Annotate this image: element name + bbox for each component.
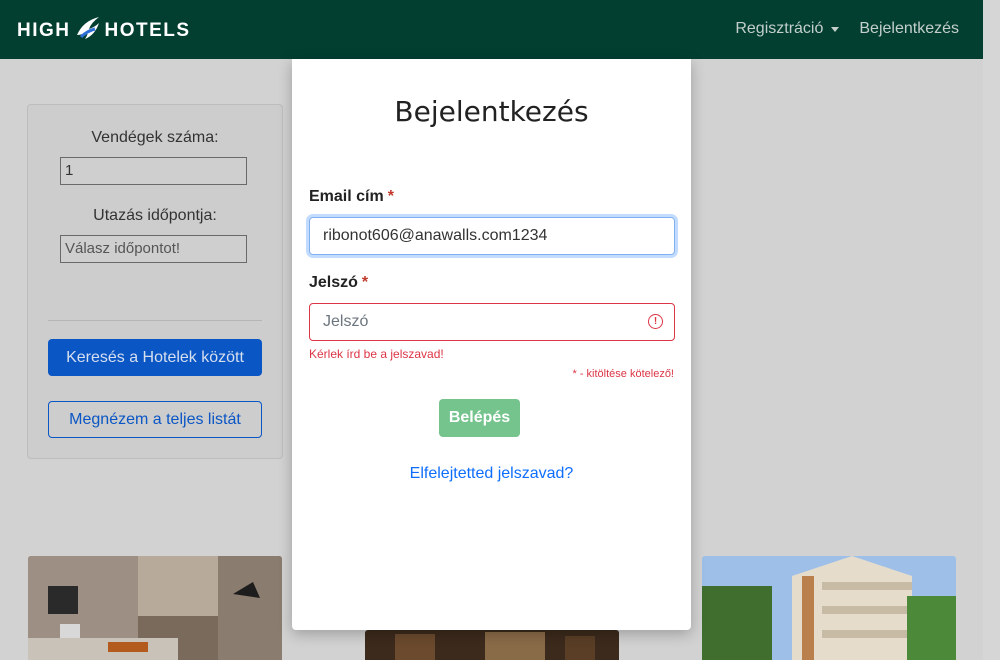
guests-input[interactable]: 1 (60, 157, 247, 185)
email-field[interactable]: ribonot606@anawalls.com1234 (309, 217, 675, 255)
chevron-down-icon (831, 26, 840, 32)
hotel-photo-building[interactable] (702, 556, 956, 660)
hotel-photo-interior[interactable] (365, 630, 619, 660)
navbar: HIGH HOTELS Regisztráció Bejelentkezés (0, 0, 983, 59)
date-input[interactable]: Válasz időpontot! (60, 235, 247, 263)
email-label-text: Email cím (309, 188, 384, 205)
date-label: Utazás időpontja: (93, 207, 217, 224)
panel-divider (48, 320, 262, 321)
modal-title: Bejelentkezés (394, 95, 589, 128)
brand-text-high: HIGH (17, 20, 71, 41)
full-list-button[interactable]: Megnézem a teljes listát (48, 401, 262, 438)
password-required-mark: * (361, 274, 369, 291)
forgot-password-link[interactable]: Elfelejtetted jelszavad? (292, 465, 691, 483)
error-icon: ! (648, 314, 663, 329)
password-error-message: Kérlek írd be a jelszavad! (309, 347, 444, 361)
brand-logo[interactable]: HIGH HOTELS (17, 16, 191, 46)
brand-wing-icon (73, 13, 103, 49)
required-note: * - kitöltése kötelező! (572, 368, 675, 380)
nav-register-label: Regisztráció (735, 20, 824, 37)
scrollbar-track[interactable] (983, 0, 1000, 660)
guests-label: Vendégek száma: (91, 129, 219, 146)
password-label-text: Jelszó (309, 274, 358, 291)
login-button[interactable]: Belépés (439, 399, 520, 437)
password-field[interactable]: Jelszó ! (309, 303, 675, 341)
login-modal: Bejelentkezés Email cím * ribonot606@anaw… (292, 59, 691, 630)
search-panel: Vendégek száma: 1 Utazás időpontja: Vála… (27, 104, 283, 459)
password-placeholder: Jelszó (323, 313, 369, 330)
hotel-photo-room[interactable] (28, 556, 282, 660)
brand-text-hotels: HOTELS (104, 20, 191, 41)
email-label: Email cím * (309, 188, 394, 206)
email-required-mark: * (387, 188, 394, 205)
search-hotels-button[interactable]: Keresés a Hotelek között (48, 339, 262, 376)
password-label: Jelszó * (309, 274, 368, 292)
nav-login-link[interactable]: Bejelentkezés (859, 20, 959, 38)
nav-register-dropdown[interactable]: Regisztráció (735, 20, 840, 38)
